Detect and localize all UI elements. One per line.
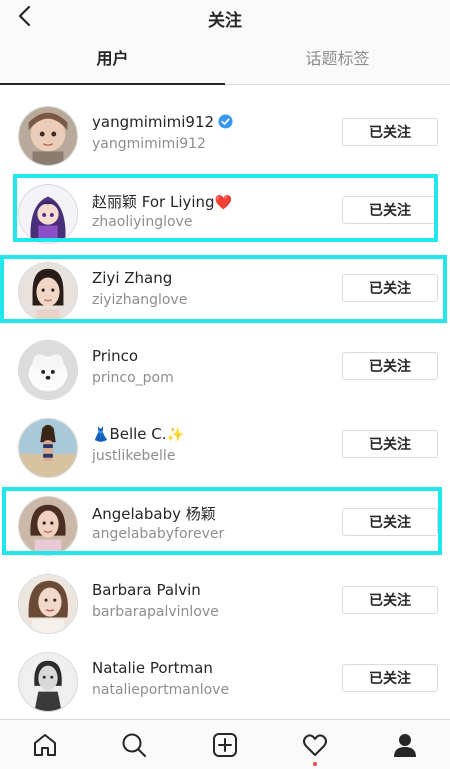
list-item[interactable]: yangmimimi912 yangmimimi912 已关注 <box>0 98 450 176</box>
dress-emoji: 👗 <box>92 427 110 443</box>
list-item[interactable]: Natalie Portman natalieportmanlove 已关注 <box>0 644 450 722</box>
user-name[interactable]: Ziyi Zhang <box>92 269 172 287</box>
avatar[interactable] <box>18 106 78 166</box>
list-item[interactable]: Ziyi Zhang ziyizhanglove 已关注 <box>0 254 450 332</box>
list-item[interactable]: 👗Belle C.✨ justlikebelle 已关注 <box>0 410 450 488</box>
following-button[interactable]: 已关注 <box>342 430 438 458</box>
user-name[interactable]: Natalie Portman <box>92 659 213 677</box>
user-handle: justlikebelle <box>92 448 176 464</box>
list-item[interactable]: Barbara Palvin barbarapalvinlove 已关注 <box>0 566 450 644</box>
user-handle: ziyizhanglove <box>92 292 188 308</box>
avatar[interactable] <box>18 496 78 556</box>
following-button[interactable]: 已关注 <box>342 586 438 614</box>
user-name[interactable]: 赵丽颖 For Liying❤️ <box>92 191 232 212</box>
list-item[interactable]: Princo princo_pom 已关注 <box>0 332 450 410</box>
notification-dot <box>313 762 317 766</box>
avatar[interactable] <box>18 652 78 712</box>
following-button[interactable]: 已关注 <box>342 664 438 692</box>
following-button[interactable]: 已关注 <box>342 352 438 380</box>
search-icon[interactable] <box>120 731 148 759</box>
tab-hashtags[interactable]: 话题标签 <box>225 34 450 84</box>
avatar[interactable] <box>18 262 78 322</box>
heart-emoji: ❤️ <box>214 195 233 211</box>
avatar[interactable] <box>18 418 78 478</box>
user-handle: zhaoliyinglove <box>92 214 193 230</box>
user-handle: angelababyforever <box>92 526 225 542</box>
user-handle: princo_pom <box>92 370 174 386</box>
following-button[interactable]: 已关注 <box>342 508 438 536</box>
avatar[interactable] <box>18 184 78 244</box>
avatar[interactable] <box>18 574 78 634</box>
list-item[interactable]: 赵丽颖 For Liying❤️ zhaoliyinglove 已关注 <box>0 176 450 254</box>
user-name[interactable]: Angelababy 杨颖 <box>92 503 216 524</box>
verified-badge-icon <box>218 114 233 129</box>
following-button[interactable]: 已关注 <box>342 196 438 224</box>
page-title: 关注 <box>208 11 242 31</box>
tab-users[interactable]: 用户 <box>0 34 225 85</box>
following-button[interactable]: 已关注 <box>342 274 438 302</box>
tab-bar: 用户 话题标签 <box>0 34 450 85</box>
profile-icon[interactable] <box>391 731 419 759</box>
add-post-icon[interactable] <box>211 731 239 759</box>
following-button[interactable]: 已关注 <box>342 118 438 146</box>
activity-heart-icon[interactable] <box>301 731 329 759</box>
user-name[interactable]: Princo <box>92 347 138 365</box>
user-handle: barbarapalvinlove <box>92 604 219 620</box>
top-bar: 关注 <box>0 0 450 34</box>
user-handle: natalieportmanlove <box>92 682 230 698</box>
home-icon[interactable] <box>31 731 59 759</box>
user-name[interactable]: yangmimimi912 <box>92 113 233 131</box>
avatar[interactable] <box>18 340 78 400</box>
bottom-navigation <box>0 719 450 769</box>
sparkles-emoji: ✨ <box>166 427 184 443</box>
list-item[interactable]: Angelababy 杨颖 angelababyforever 已关注 <box>0 488 450 566</box>
user-handle: yangmimimi912 <box>92 136 206 152</box>
user-name[interactable]: 👗Belle C.✨ <box>92 425 184 443</box>
user-name[interactable]: Barbara Palvin <box>92 581 201 599</box>
